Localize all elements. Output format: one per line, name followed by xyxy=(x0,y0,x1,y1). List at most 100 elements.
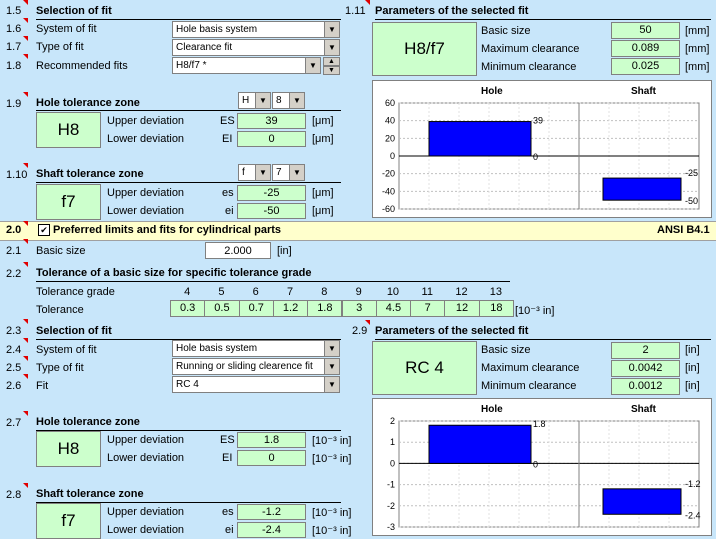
tolerance-value-cell: 1.8 xyxy=(307,300,343,317)
comment-marker xyxy=(23,92,28,97)
lower-deviation-label: Lower deviation xyxy=(107,452,185,464)
tolerance-value-cell: 0.7 xyxy=(238,300,274,317)
tolerance-grade-cell: 5 xyxy=(218,286,225,298)
chevron-down-icon[interactable]: ▼ xyxy=(255,164,271,181)
hole-bar xyxy=(428,424,532,464)
chevron-down-icon[interactable]: ▼ xyxy=(324,358,340,375)
category-label: Hole xyxy=(481,404,503,415)
tolerance-grade-label: Tolerance grade xyxy=(36,286,115,298)
lower-deviation-label: Lower deviation xyxy=(107,205,185,217)
upper-deviation-label: Upper deviation xyxy=(107,187,185,199)
banner-title: Preferred limits and fits for cylindrica… xyxy=(53,224,282,236)
max-clearance-value: 0.0042 xyxy=(611,360,680,377)
comment-marker xyxy=(23,163,28,168)
unit-label: [mm] xyxy=(685,61,710,73)
comment-marker xyxy=(365,0,370,5)
ei-symbol: EI xyxy=(222,133,233,145)
recommended-fits-label: Recommended fits xyxy=(36,60,128,72)
row-number: 2.4 xyxy=(6,344,22,356)
system-of-fit-select[interactable]: Hole basis system xyxy=(172,21,326,38)
tolerance-grade-cell: 11 xyxy=(421,286,433,298)
chevron-down-icon[interactable]: ▼ xyxy=(324,340,340,357)
row-number: 2.9 xyxy=(352,325,368,337)
tolerance-grade-cell: 10 xyxy=(386,286,400,298)
shaft-zone-display: f7 xyxy=(36,184,101,220)
tolerance-chart-metric: Hole Shaft 60 40 20 0 -20 -40 -60 39 0 -25 -50 xyxy=(372,80,712,218)
category-label: Hole xyxy=(481,86,503,97)
type-of-fit-select[interactable]: Running or sliding clearence fit xyxy=(172,358,326,375)
hole-lower-deviation: 0 xyxy=(237,450,306,466)
chevron-down-icon[interactable]: ▼ xyxy=(289,92,305,109)
basic-size-label: Basic size xyxy=(481,344,531,356)
upper-deviation-label: Upper deviation xyxy=(107,434,185,446)
shaft-lower-deviation: -50 xyxy=(237,203,306,219)
chevron-down-icon[interactable]: ▼ xyxy=(324,376,340,393)
basic-size-input[interactable]: 2.000 xyxy=(205,242,271,259)
system-of-fit-select[interactable]: Hole basis system xyxy=(172,340,326,357)
unit-label: [10⁻³ in] xyxy=(312,453,352,465)
hole-zone-display: H8 xyxy=(36,431,101,467)
chevron-down-icon[interactable]: ▼ xyxy=(324,39,340,56)
tolerance-value-cell: 0.5 xyxy=(204,300,240,317)
chevron-down-icon[interactable]: ▼ xyxy=(305,57,321,74)
comment-marker xyxy=(23,319,28,324)
unit-label: [in] xyxy=(277,245,292,257)
chevron-down-icon[interactable]: ▼ xyxy=(255,92,271,109)
y-tick-label: -20 xyxy=(382,169,395,179)
unit-label: [in] xyxy=(685,380,700,392)
shaft-bar xyxy=(602,488,682,515)
row-number: 2.7 xyxy=(6,417,22,429)
data-label: -2.4 xyxy=(685,510,701,520)
shaft-letter-select[interactable]: f xyxy=(238,164,256,181)
spin-down-icon[interactable]: ▼ xyxy=(323,66,340,75)
chevron-down-icon[interactable]: ▼ xyxy=(289,164,305,181)
shaft-lower-deviation: -2.4 xyxy=(237,522,306,538)
unit-label: [μm] xyxy=(312,205,334,217)
enable-checkbox[interactable]: ✔ xyxy=(38,224,50,236)
comment-marker xyxy=(23,221,28,226)
y-tick-label: 40 xyxy=(385,116,395,126)
type-of-fit-label: Type of fit xyxy=(36,362,84,374)
hole-lower-deviation: 0 xyxy=(237,131,306,147)
tolerance-grade-cell: 4 xyxy=(184,286,191,298)
upper-deviation-label: Upper deviation xyxy=(107,115,185,127)
y-tick-label: 20 xyxy=(385,133,395,143)
basic-size-label: Basic size xyxy=(36,245,86,257)
data-label: -25 xyxy=(685,168,698,178)
spin-up-icon[interactable]: ▲ xyxy=(323,57,340,66)
row-number: 2.8 xyxy=(6,489,22,501)
data-label: -50 xyxy=(685,196,698,206)
fit-name-display: H8/f7 xyxy=(372,22,477,76)
unit-label: [in] xyxy=(685,362,700,374)
section-title: Selection of fit xyxy=(36,325,112,337)
tolerance-value-cell: 7 xyxy=(410,300,446,317)
min-clearance-label: Minimum clearance xyxy=(481,380,577,392)
section-title: Hole tolerance zone xyxy=(36,97,140,109)
comment-marker xyxy=(23,18,28,23)
min-clearance-value: 0.0012 xyxy=(611,378,680,395)
chevron-down-icon[interactable]: ▼ xyxy=(324,21,340,38)
data-label: 0 xyxy=(533,152,538,162)
section-title: Parameters of the selected fit xyxy=(375,5,529,17)
divider xyxy=(36,182,341,183)
fit-select[interactable]: RC 4 xyxy=(172,376,326,393)
ei-symbol: ei xyxy=(225,524,234,536)
shaft-upper-deviation: -1.2 xyxy=(237,504,306,520)
recommended-fits-select[interactable]: H8/f7 * xyxy=(172,57,306,74)
comment-marker xyxy=(23,0,28,5)
unit-label: [10⁻³ in] xyxy=(312,507,352,519)
hole-grade-select[interactable]: 8 xyxy=(272,92,290,109)
type-of-fit-select[interactable]: Clearance fit xyxy=(172,39,326,56)
comment-marker xyxy=(23,411,28,416)
hole-upper-deviation: 1.8 xyxy=(237,432,306,448)
row-number: 1.7 xyxy=(6,41,22,53)
row-number: 1.8 xyxy=(6,60,22,72)
data-label: 0 xyxy=(533,459,538,469)
fit-label: Fit xyxy=(36,380,49,392)
hole-letter-select[interactable]: H xyxy=(238,92,256,109)
y-tick-label: -1 xyxy=(387,480,395,490)
tolerance-value-cell: 4.5 xyxy=(375,300,412,317)
comment-marker xyxy=(23,338,28,343)
shaft-grade-select[interactable]: 7 xyxy=(272,164,290,181)
row-number: 2.0 xyxy=(6,224,22,236)
